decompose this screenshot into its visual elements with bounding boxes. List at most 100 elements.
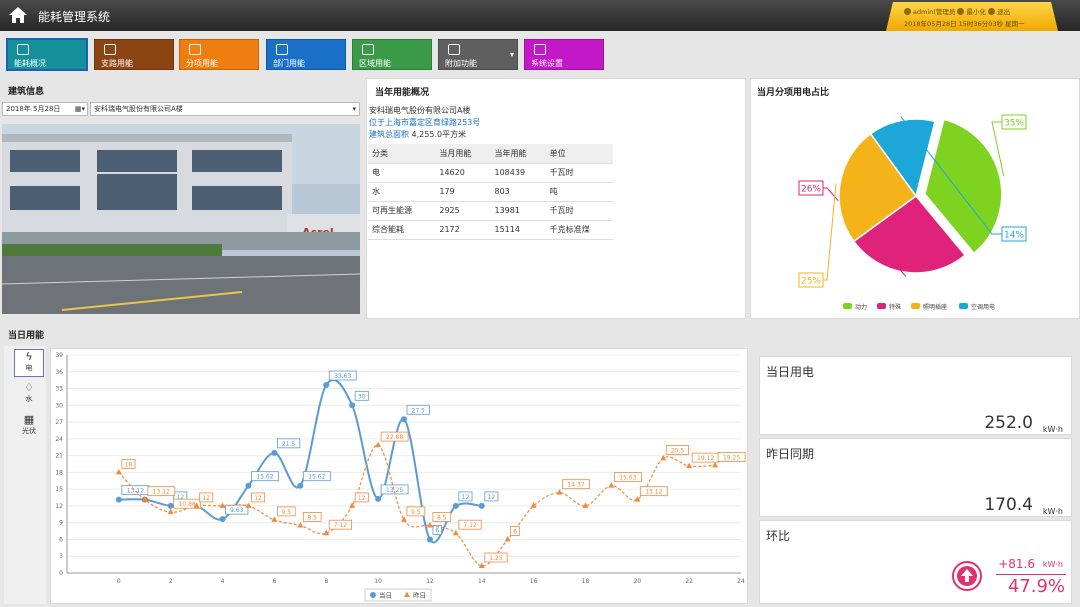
data-label: 7.12 (463, 522, 477, 529)
data-point[interactable] (608, 482, 615, 488)
data-label: 12 (488, 494, 496, 501)
app-title: 能耗管理系统 (38, 10, 111, 24)
line-legend-item[interactable]: 当日 (370, 591, 392, 600)
svg-text:特殊: 特殊 (889, 303, 901, 311)
data-point[interactable] (245, 482, 252, 489)
line-legend-item[interactable]: 昨日 (404, 591, 426, 600)
minimize-button[interactable]: 最小化 (966, 8, 986, 16)
data-point[interactable] (115, 496, 122, 503)
ratio-label: 环比 (766, 529, 791, 543)
pie-legend-item[interactable]: 特殊 (877, 303, 901, 311)
data-point[interactable] (167, 508, 174, 515)
data-point[interactable] (271, 449, 278, 456)
gear-icon (534, 44, 546, 55)
data-label: 15.62 (308, 474, 325, 481)
cell: 千瓦时 (545, 201, 613, 221)
solar-label: 光伏 (22, 427, 36, 435)
nav-label: 分项用能 (186, 59, 218, 68)
data-point[interactable] (297, 482, 304, 489)
data-point[interactable] (634, 496, 641, 502)
nav-box-button[interactable]: 部门用能 (266, 39, 346, 70)
pie-legend-item[interactable]: 照明插座 (911, 303, 947, 311)
x-tick-label: 18 (582, 578, 590, 585)
data-point[interactable] (401, 416, 407, 423)
electricity-button[interactable]: ϟ电 (14, 349, 44, 377)
pie-slice-label: 25% (801, 277, 821, 287)
company-name: 安科瑞电气股份有限公司A楼 (369, 106, 471, 115)
data-point[interactable] (375, 495, 382, 502)
cell: 电 (368, 163, 436, 183)
solar-button[interactable]: ▦ 光伏 (14, 413, 44, 441)
exit-button[interactable]: 退出 (997, 8, 1010, 16)
pie-legend-item[interactable]: 空调用电 (959, 303, 995, 311)
nav-gear-button[interactable]: 系统设置 (524, 39, 604, 70)
dropdown-arrow-icon[interactable]: ▾ (510, 50, 514, 59)
nav-line-chart-button[interactable]: 支路用能 (94, 39, 174, 70)
y-tick-label: 36 (55, 369, 63, 376)
data-label: 6 (513, 528, 517, 535)
cell: 综合能耗 (368, 220, 436, 240)
data-point[interactable] (556, 489, 563, 495)
col-header: 单位 (545, 144, 613, 164)
building-select[interactable]: 安科瑞电气股份有限公司A楼 ▾ (90, 102, 360, 116)
nav-grid-button[interactable]: 区域用能 (352, 39, 432, 70)
building-title: 建筑信息 (8, 87, 45, 97)
y-tick-label: 12 (55, 503, 63, 510)
data-point[interactable] (219, 502, 226, 508)
data-point[interactable] (686, 462, 693, 469)
table-row: 综合能耗 2172 15114 千克标准煤 (368, 220, 613, 240)
x-tick-label: 4 (221, 578, 225, 585)
home-icon[interactable] (8, 6, 28, 24)
data-point[interactable] (349, 402, 356, 409)
data-point[interactable] (349, 502, 356, 508)
svg-text:照明插座: 照明插座 (923, 303, 947, 311)
y-tick-label: 9 (59, 520, 63, 527)
date-picker[interactable]: 2018年 5月28日 ▦▾ (2, 102, 88, 116)
pie-slice-label: 35% (1004, 119, 1024, 129)
pulse-icon (448, 44, 460, 55)
area-label: 建筑总面积 (369, 130, 409, 139)
datetime: 2018年05月28日 15时36分03秒 星期一 (904, 20, 1025, 28)
data-point[interactable] (426, 536, 433, 543)
user-name[interactable]: admin(管理员 (913, 8, 955, 16)
data-label: 15.62 (256, 474, 273, 481)
cell: 2172 (435, 220, 491, 240)
data-label: 14.37 (567, 482, 584, 489)
exit-icon (988, 8, 996, 15)
cell: 803 (490, 182, 546, 202)
x-tick-label: 2 (169, 578, 173, 585)
col-header: 当月用能 (435, 144, 491, 164)
water-label: 水 (25, 395, 33, 403)
x-tick-label: 10 (374, 578, 382, 585)
pie-legend-item[interactable]: 动力 (843, 303, 867, 311)
data-point[interactable] (478, 502, 485, 509)
y-tick-label: 18 (55, 469, 63, 476)
arrow-up-icon (952, 561, 982, 591)
building-illustration: Acrel (2, 124, 360, 314)
x-tick-label: 12 (426, 578, 434, 585)
cell: 108439 (490, 163, 546, 183)
water-button[interactable]: ♢ 水 (14, 381, 44, 409)
data-label: 21.5 (282, 441, 296, 448)
data-point[interactable] (530, 502, 537, 508)
data-point[interactable] (712, 461, 719, 468)
cell: 13981 (490, 201, 546, 221)
data-point[interactable] (452, 502, 459, 509)
col-header: 分类 (368, 144, 436, 164)
nav-bar-chart-button[interactable]: 能耗概况 (6, 38, 88, 71)
nav-user-button[interactable]: 分项用能 (179, 39, 259, 70)
data-point[interactable] (323, 382, 330, 389)
yesterday-label: 昨日同期 (766, 447, 815, 461)
data-point[interactable] (115, 468, 122, 475)
svg-text:动力: 动力 (855, 303, 867, 311)
date-value: 2018年 5月28日 (6, 105, 61, 113)
data-point[interactable] (375, 441, 382, 448)
y-tick-label: 39 (55, 352, 63, 359)
data-point[interactable] (219, 516, 226, 523)
data-point[interactable] (167, 502, 174, 509)
nav-pulse-button[interactable]: 附加功能 ▾ (438, 39, 518, 70)
x-tick-label: 14 (478, 578, 486, 585)
x-tick-label: 8 (324, 578, 328, 585)
data-point[interactable] (452, 529, 459, 536)
x-tick-label: 16 (530, 578, 538, 585)
